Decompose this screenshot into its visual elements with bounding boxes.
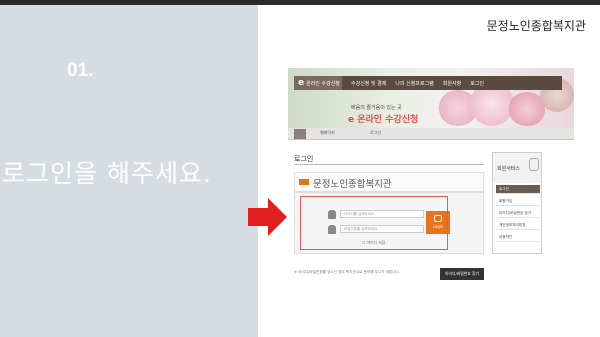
site-logo[interactable]: e 온라인 수강신청 (294, 76, 342, 90)
side-item-login[interactable]: 로그인 (496, 185, 540, 194)
accent-stripe (299, 179, 309, 185)
breadcrumb-item[interactable]: 웹페이지 (320, 130, 335, 136)
nav-item-enroll[interactable]: 수강신청 및 결제 (351, 80, 386, 87)
banner-slogan-small: 배움의 즐거움이 있는 곳 (351, 105, 402, 111)
website-screenshot: e 온라인 수강신청 수강신청 및 결제 나의 신청프로그램 회원사항 로그인 배… (288, 68, 574, 337)
highlight-box (300, 196, 448, 250)
step-number: 01. (67, 60, 94, 81)
home-icon[interactable] (294, 129, 306, 139)
lock-icon (529, 158, 539, 171)
breadcrumb-item[interactable]: 로그인 (370, 130, 381, 136)
pointer-arrow-icon (248, 198, 287, 236)
slide-title: 문정노인종합복지관 (486, 19, 586, 33)
side-panel-title: 회원서비스 (497, 166, 521, 172)
nav-item-my-programs[interactable]: 나의 신청프로그램 (395, 80, 433, 87)
notice-text: ※ 아이디/비밀번호를 잊으신 경우 복지관으로 문의해 주시기 바랍니다. (294, 270, 400, 274)
divider (294, 164, 484, 165)
nav-item-member[interactable]: 회원사항 (443, 80, 461, 87)
side-panel-header: 회원서비스 (493, 153, 541, 183)
find-account-button[interactable]: 아이디/비밀번호 찾기 (440, 268, 484, 280)
side-item-join[interactable]: 회원가입 (496, 197, 540, 206)
side-item-find[interactable]: 아이디/비밀번호 찾기 (496, 209, 540, 218)
nav-item-login[interactable]: 로그인 (470, 80, 484, 87)
side-item-privacy[interactable]: 개인정보처리방침 (496, 221, 540, 230)
side-item-terms[interactable]: 이용약관 (496, 233, 540, 242)
login-box-header: 문정노인종합복지관 (294, 172, 484, 192)
step-instruction: 로그인을 해주세요. (2, 159, 212, 188)
page-heading: 로그인 (294, 155, 314, 163)
org-name: 문정노인종합복지관 (313, 179, 392, 190)
member-service-panel: 회원서비스 로그인 회원가입 아이디/비밀번호 찾기 개인정보처리방침 이용약관 (492, 152, 542, 254)
banner-slogan-large: e 온라인 수강신청 (348, 115, 419, 125)
site-navbar: e 온라인 수강신청 수강신청 및 결제 나의 신청프로그램 회원사항 로그인 (294, 76, 562, 90)
